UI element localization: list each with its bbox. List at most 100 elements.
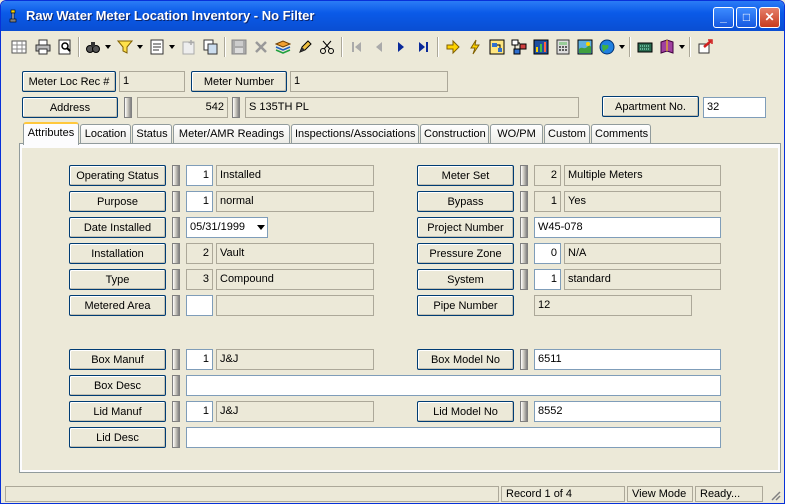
chart-icon[interactable] bbox=[531, 36, 551, 57]
apartment-field[interactable]: 32 bbox=[703, 97, 766, 118]
bypass-button[interactable]: Bypass bbox=[417, 191, 514, 212]
report-icon[interactable] bbox=[147, 36, 167, 57]
print-preview-icon[interactable] bbox=[55, 36, 75, 57]
lid-model-no-field[interactable]: 8552 bbox=[534, 401, 721, 422]
tab-attributes[interactable]: Attributes bbox=[23, 122, 79, 145]
goto-arrow-icon[interactable] bbox=[443, 36, 463, 57]
book-dropdown-icon[interactable] bbox=[679, 45, 685, 49]
system-button[interactable]: System bbox=[417, 269, 514, 290]
bypass-grip[interactable] bbox=[520, 191, 528, 212]
tab-status[interactable]: Status bbox=[132, 124, 172, 144]
save-icon[interactable] bbox=[229, 36, 249, 57]
type-grip[interactable] bbox=[172, 269, 180, 290]
title-bar[interactable]: Raw Water Meter Location Inventory - No … bbox=[1, 1, 784, 31]
tab-inspections-associations[interactable]: Inspections/Associations bbox=[291, 124, 419, 144]
address-number-field[interactable]: 542 bbox=[137, 97, 228, 118]
filter-icon[interactable] bbox=[115, 36, 135, 57]
chevron-down-icon[interactable] bbox=[257, 225, 265, 230]
pipe-number-button[interactable]: Pipe Number bbox=[417, 295, 514, 316]
tab-construction[interactable]: Construction bbox=[420, 124, 489, 144]
box-manuf-button[interactable]: Box Manuf bbox=[69, 349, 166, 370]
operating-status-code[interactable]: 1 bbox=[186, 165, 213, 186]
lid-manuf-button[interactable]: Lid Manuf bbox=[69, 401, 166, 422]
tab-location[interactable]: Location bbox=[80, 124, 131, 144]
purpose-code[interactable]: 1 bbox=[186, 191, 213, 212]
layers-icon[interactable] bbox=[273, 36, 293, 57]
box-manuf-grip[interactable] bbox=[172, 349, 180, 370]
purpose-grip[interactable] bbox=[172, 191, 180, 212]
map-link-icon[interactable] bbox=[487, 36, 507, 57]
purpose-button[interactable]: Purpose bbox=[69, 191, 166, 212]
pressure-zone-grip[interactable] bbox=[520, 243, 528, 264]
first-record-icon[interactable] bbox=[347, 36, 367, 57]
box-desc-grip[interactable] bbox=[172, 375, 180, 396]
meter-set-grip[interactable] bbox=[520, 165, 528, 186]
metered-area-button[interactable]: Metered Area bbox=[69, 295, 166, 316]
minimize-button[interactable]: _ bbox=[713, 7, 734, 28]
tab-comments[interactable]: Comments bbox=[591, 124, 651, 144]
box-model-no-field[interactable]: 6511 bbox=[534, 349, 721, 370]
grid-view-icon[interactable] bbox=[9, 36, 29, 57]
box-model-no-grip[interactable] bbox=[520, 349, 528, 370]
installation-button[interactable]: Installation bbox=[69, 243, 166, 264]
address-grip-handle[interactable] bbox=[124, 97, 132, 118]
lid-model-no-grip[interactable] bbox=[520, 401, 528, 422]
project-number-field[interactable]: W45-078 bbox=[534, 217, 721, 238]
date-installed-grip[interactable] bbox=[172, 217, 180, 238]
hierarchy-icon[interactable] bbox=[509, 36, 529, 57]
metered-area-grip[interactable] bbox=[172, 295, 180, 316]
lightning-icon[interactable] bbox=[465, 36, 485, 57]
lid-manuf-grip[interactable] bbox=[172, 401, 180, 422]
installation-code[interactable]: 2 bbox=[186, 243, 213, 264]
meter-number-field[interactable]: 1 bbox=[290, 71, 448, 92]
date-installed-picker[interactable]: 05/31/1999 bbox=[186, 217, 268, 238]
lid-desc-button[interactable]: Lid Desc bbox=[69, 427, 166, 448]
book-icon[interactable] bbox=[657, 36, 677, 57]
project-number-grip[interactable] bbox=[520, 217, 528, 238]
cut-icon[interactable] bbox=[317, 36, 337, 57]
close-button[interactable]: ✕ bbox=[759, 7, 780, 28]
address-button[interactable]: Address bbox=[22, 97, 118, 118]
delete-icon[interactable] bbox=[251, 36, 271, 57]
installation-grip[interactable] bbox=[172, 243, 180, 264]
exit-icon[interactable] bbox=[695, 36, 715, 57]
resize-grip-icon[interactable] bbox=[769, 489, 781, 501]
prev-record-icon[interactable] bbox=[369, 36, 389, 57]
pressure-zone-button[interactable]: Pressure Zone bbox=[417, 243, 514, 264]
report-dropdown-icon[interactable] bbox=[169, 45, 175, 49]
tab-wo-pm[interactable]: WO/PM bbox=[490, 124, 543, 144]
pressure-zone-code[interactable]: 0 bbox=[534, 243, 561, 264]
meter-set-code[interactable]: 2 bbox=[534, 165, 561, 186]
meter-set-button[interactable]: Meter Set bbox=[417, 165, 514, 186]
new-record-icon[interactable] bbox=[179, 36, 199, 57]
metered-area-code[interactable] bbox=[186, 295, 213, 316]
meter-loc-rec-field[interactable]: 1 bbox=[119, 71, 185, 92]
address-street-field[interactable]: S 135TH PL bbox=[245, 97, 579, 118]
copy-record-icon[interactable] bbox=[201, 36, 221, 57]
edit-pencil-icon[interactable] bbox=[295, 36, 315, 57]
lid-desc-grip[interactable] bbox=[172, 427, 180, 448]
tab-meter-amr-readings[interactable]: Meter/AMR Readings bbox=[173, 124, 290, 144]
print-icon[interactable] bbox=[33, 36, 53, 57]
maximize-button[interactable]: □ bbox=[736, 7, 757, 28]
find-icon[interactable] bbox=[83, 36, 103, 57]
globe-icon[interactable] bbox=[597, 36, 617, 57]
system-code[interactable]: 1 bbox=[534, 269, 561, 290]
meter-loc-rec-button[interactable]: Meter Loc Rec # bbox=[22, 71, 116, 92]
type-code[interactable]: 3 bbox=[186, 269, 213, 290]
meter-number-button[interactable]: Meter Number bbox=[191, 71, 287, 92]
box-desc-button[interactable]: Box Desc bbox=[69, 375, 166, 396]
operating-status-grip[interactable] bbox=[172, 165, 180, 186]
find-dropdown-icon[interactable] bbox=[105, 45, 111, 49]
filter-dropdown-icon[interactable] bbox=[137, 45, 143, 49]
tab-custom[interactable]: Custom bbox=[544, 124, 590, 144]
last-record-icon[interactable] bbox=[413, 36, 433, 57]
next-record-icon[interactable] bbox=[391, 36, 411, 57]
box-manuf-code[interactable]: 1 bbox=[186, 349, 213, 370]
keyboard-icon[interactable] bbox=[635, 36, 655, 57]
type-button[interactable]: Type bbox=[69, 269, 166, 290]
calculator-icon[interactable] bbox=[553, 36, 573, 57]
bypass-code[interactable]: 1 bbox=[534, 191, 561, 212]
box-model-no-button[interactable]: Box Model No bbox=[417, 349, 514, 370]
street-grip-handle[interactable] bbox=[232, 97, 240, 118]
